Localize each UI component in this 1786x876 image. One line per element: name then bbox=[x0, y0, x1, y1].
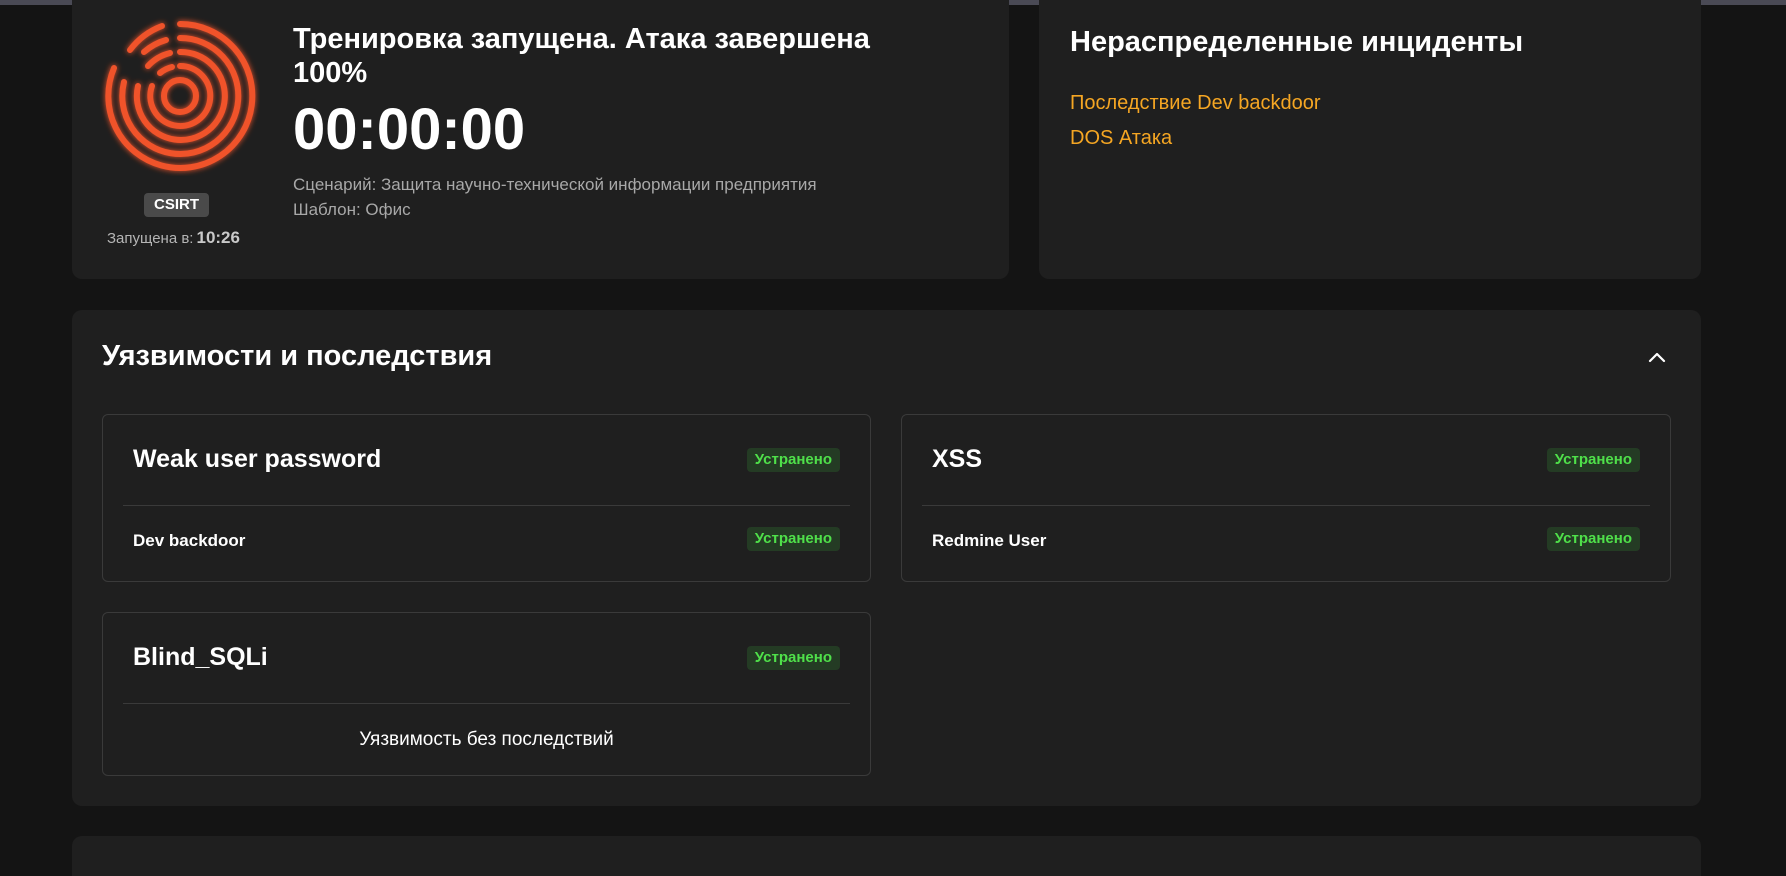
incident-link-dos-attack[interactable]: DOS Атака bbox=[1070, 127, 1172, 150]
divider bbox=[123, 505, 850, 506]
vulnerabilities-title: Уязвимости и последствия bbox=[102, 340, 493, 372]
vulnerability-card-xss: XSS Устранено Redmine User Устранено bbox=[901, 414, 1671, 582]
vulnerability-name: Weak user password bbox=[133, 445, 382, 473]
started-at: Запущена в: 10:26 bbox=[107, 228, 240, 248]
vulnerability-name: XSS bbox=[932, 445, 983, 473]
next-panel bbox=[72, 836, 1701, 876]
consequence-name: Dev backdoor bbox=[133, 531, 246, 550]
concentric-rings-logo-icon bbox=[100, 16, 260, 176]
training-status-title: Тренировка запущена. Атака завершена 100… bbox=[293, 23, 870, 89]
consequence-name: Redmine User bbox=[932, 531, 1047, 550]
template-text: Шаблон: Офис bbox=[293, 200, 411, 219]
chevron-up-icon bbox=[1648, 352, 1666, 363]
started-time: 10:26 bbox=[196, 228, 240, 247]
vulnerability-name: Blind_SQLi bbox=[133, 643, 268, 671]
status-badge: Устранено bbox=[1546, 448, 1640, 472]
training-status-panel: CSIRT Запущена в: 10:26 Тренировка запуще… bbox=[72, 0, 1009, 279]
role-badge: CSIRT bbox=[144, 193, 209, 217]
countdown-timer: 00:00:00 bbox=[293, 97, 526, 162]
started-label: Запущена в: bbox=[107, 230, 194, 247]
status-badge: Устранено bbox=[746, 448, 840, 472]
divider bbox=[123, 703, 850, 704]
collapse-button[interactable] bbox=[1645, 346, 1669, 370]
no-consequences-text: Уязвимость без последствий bbox=[359, 729, 614, 750]
incidents-title: Нераспределенные инциденты bbox=[1070, 26, 1524, 58]
consequence-status-badge: Устранено bbox=[1546, 527, 1640, 551]
status-badge: Устранено bbox=[746, 646, 840, 670]
unassigned-incidents-panel: Нераспределенные инциденты Последствие D… bbox=[1039, 0, 1701, 279]
vulnerability-card-blind-sqli: Blind_SQLi Устранено Уязвимость без посл… bbox=[102, 612, 871, 776]
incident-link-dev-backdoor[interactable]: Последствие Dev backdoor bbox=[1070, 92, 1321, 115]
divider bbox=[922, 505, 1650, 506]
vulnerability-card-weak-user-password: Weak user password Устранено Dev backdoo… bbox=[102, 414, 871, 582]
vulnerabilities-panel: Уязвимости и последствия Weak user passw… bbox=[72, 310, 1701, 806]
consequence-status-badge: Устранено bbox=[746, 527, 840, 551]
scenario-text: Сценарий: Защита научно-технической инфо… bbox=[293, 175, 817, 194]
